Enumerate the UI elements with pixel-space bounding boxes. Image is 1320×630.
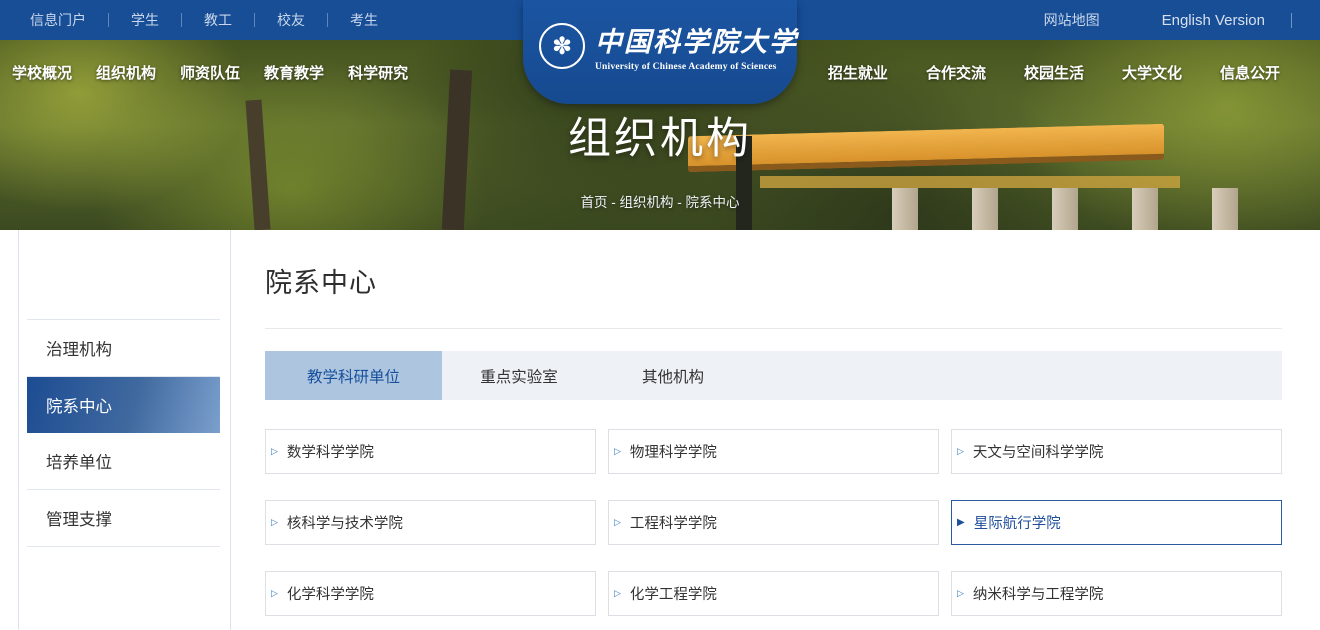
- department-label: 工程科学学院: [630, 512, 717, 533]
- department-label: 纳米科学与工程学院: [973, 583, 1104, 604]
- campus-photo-roof-edge: [760, 176, 1180, 188]
- tab-key-laboratories[interactable]: 重点实验室: [442, 351, 596, 400]
- department-label: 天文与空间科学学院: [973, 441, 1104, 462]
- university-logo[interactable]: ✽ 中国科学院大学 University of Chinese Academy …: [523, 0, 797, 104]
- triangle-bullet-icon: ▷: [271, 518, 278, 527]
- nav-item-cooperation[interactable]: 合作交流: [926, 62, 986, 83]
- topbar-link-students[interactable]: 学生: [109, 13, 182, 27]
- tab-teaching-research-units[interactable]: 教学科研单位: [265, 351, 442, 400]
- topbar-utility-links: 网站地图 English Version: [1044, 10, 1292, 30]
- department-card[interactable]: ▷ 天文与空间科学学院: [951, 429, 1282, 474]
- triangle-bullet-icon: ▷: [614, 518, 621, 527]
- content-area: 治理机构 院系中心 培养单位 管理支撑 院系中心 教学科研单位 重点实验室 其他…: [0, 230, 1320, 630]
- department-card[interactable]: ▷ 核科学与技术学院: [265, 500, 596, 545]
- topbar-quick-links: 信息门户 学生 教工 校友 考生: [28, 13, 400, 27]
- university-logo-text: 中国科学院大学 University of Chinese Academy of…: [595, 20, 798, 72]
- page-title: 院系中心: [265, 261, 1282, 300]
- sidebar-menu: 治理机构 院系中心 培养单位 管理支撑: [27, 319, 220, 547]
- university-name-en: University of Chinese Academy of Science…: [595, 62, 798, 72]
- primary-nav-left: 学校概况 组织机构 师资队伍 教育教学 科学研究: [12, 62, 408, 83]
- department-card[interactable]: ▷ 化学工程学院: [608, 571, 939, 616]
- triangle-bullet-icon: ▷: [271, 447, 278, 456]
- nav-item-info-disclosure[interactable]: 信息公开: [1220, 62, 1280, 83]
- main-panel: 院系中心 教学科研单位 重点实验室 其他机构 ▷ 数学科学学院 ▷ 物理科学学院…: [265, 230, 1282, 616]
- triangle-bullet-icon: ▷: [271, 589, 278, 598]
- department-card[interactable]: ▷ 数学科学学院: [265, 429, 596, 474]
- topbar-link-applicants[interactable]: 考生: [328, 13, 400, 27]
- sidebar: 治理机构 院系中心 培养单位 管理支撑: [18, 230, 231, 630]
- tab-other-organizations[interactable]: 其他机构: [596, 351, 750, 400]
- department-label: 星际航行学院: [974, 512, 1061, 533]
- triangle-bullet-icon: ▷: [614, 447, 621, 456]
- topbar-link-english-version[interactable]: English Version: [1162, 13, 1292, 28]
- nav-item-school-overview[interactable]: 学校概况: [12, 62, 72, 83]
- department-card[interactable]: ▷ 工程科学学院: [608, 500, 939, 545]
- department-grid: ▷ 数学科学学院 ▷ 物理科学学院 ▷ 天文与空间科学学院 ▷ 核科学与技术学院…: [265, 429, 1282, 616]
- university-emblem-icon: ✽: [539, 23, 585, 69]
- sidebar-item-governance[interactable]: 治理机构: [27, 320, 220, 377]
- department-label: 物理科学学院: [630, 441, 717, 462]
- department-card[interactable]: ▷ 物理科学学院: [608, 429, 939, 474]
- triangle-bullet-icon: ▷: [957, 589, 964, 598]
- nav-item-organization[interactable]: 组织机构: [96, 62, 156, 83]
- department-label: 核科学与技术学院: [287, 512, 403, 533]
- department-card[interactable]: ▷ 纳米科学与工程学院: [951, 571, 1282, 616]
- page-banner-title: 组织机构: [0, 104, 1320, 166]
- title-divider: [265, 328, 1282, 329]
- department-card[interactable]: ▷ 化学科学学院: [265, 571, 596, 616]
- nav-item-university-culture[interactable]: 大学文化: [1122, 62, 1182, 83]
- department-label: 化学科学学院: [287, 583, 374, 604]
- department-label: 数学科学学院: [287, 441, 374, 462]
- university-name-zh: 中国科学院大学: [595, 20, 798, 59]
- breadcrumb[interactable]: 首页 - 组织机构 - 院系中心: [0, 191, 1320, 211]
- department-label: 化学工程学院: [630, 583, 717, 604]
- sidebar-item-admin-support[interactable]: 管理支撑: [27, 490, 220, 547]
- nav-item-faculty[interactable]: 师资队伍: [180, 62, 240, 83]
- topbar-link-staff[interactable]: 教工: [182, 13, 255, 27]
- primary-nav-right: 招生就业 合作交流 校园生活 大学文化 信息公开: [828, 62, 1280, 83]
- sidebar-item-training-units[interactable]: 培养单位: [27, 433, 220, 490]
- triangle-bullet-icon: ▷: [614, 589, 621, 598]
- nav-item-campus-life[interactable]: 校园生活: [1024, 62, 1084, 83]
- topbar-link-portal[interactable]: 信息门户: [28, 13, 109, 27]
- sidebar-item-schools-center[interactable]: 院系中心: [27, 377, 220, 433]
- nav-item-research[interactable]: 科学研究: [348, 62, 408, 83]
- topbar-link-alumni[interactable]: 校友: [255, 13, 328, 27]
- topbar-link-sitemap[interactable]: 网站地图: [1044, 10, 1100, 30]
- triangle-bullet-icon: ▶: [957, 518, 965, 528]
- tab-bar: 教学科研单位 重点实验室 其他机构: [265, 351, 1282, 400]
- department-card-highlighted[interactable]: ▶ 星际航行学院: [951, 500, 1282, 545]
- nav-item-education[interactable]: 教育教学: [264, 62, 324, 83]
- triangle-bullet-icon: ▷: [957, 447, 964, 456]
- nav-item-admissions[interactable]: 招生就业: [828, 62, 888, 83]
